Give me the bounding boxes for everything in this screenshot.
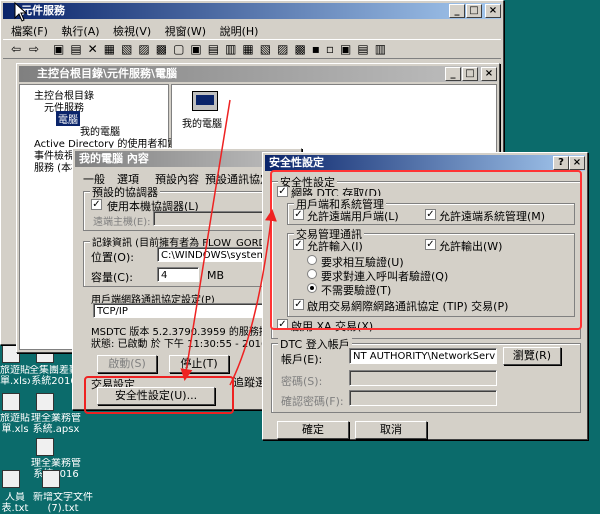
annotation-arrows (180, 99, 277, 386)
mouse-cursor-icon (14, 2, 28, 22)
